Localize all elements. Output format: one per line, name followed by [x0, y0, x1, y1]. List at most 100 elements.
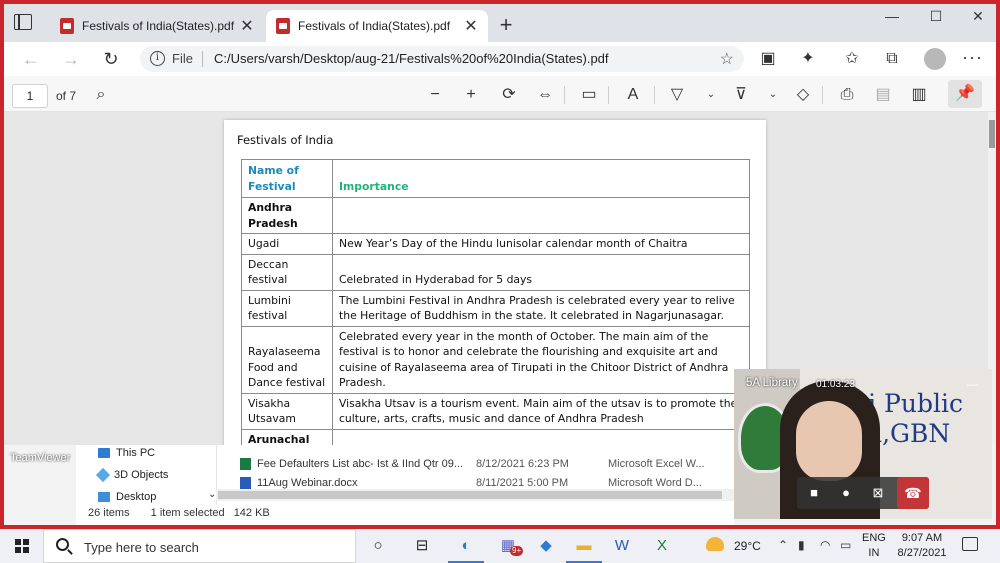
pin-toolbar-icon[interactable]: 📌 — [948, 80, 982, 108]
read-aloud-icon[interactable]: A — [622, 85, 644, 105]
highlight-icon[interactable]: ⊽ — [730, 85, 752, 105]
temperature[interactable]: 29°C — [734, 539, 761, 553]
chevron-down-icon[interactable]: ⌄ — [700, 85, 722, 105]
battery-icon[interactable]: ▭ — [840, 538, 851, 552]
back-icon[interactable]: ← — [20, 48, 42, 70]
divider — [202, 51, 203, 67]
draw-icon[interactable]: ▽ — [666, 85, 688, 105]
rotate-icon[interactable]: ⟳ — [498, 85, 520, 105]
call-controls: ■ ● ⊠ ☎ — [797, 477, 929, 509]
tab-pdf-2[interactable]: Festivals of India(States).pdf ✕ — [266, 10, 488, 42]
tab-title: Festivals of India(States).pdf — [82, 19, 235, 33]
file-explorer-icon[interactable]: ▬ — [566, 534, 602, 563]
zoom-out-icon[interactable]: − — [424, 85, 446, 105]
favorites-icon[interactable]: ✩ — [842, 49, 862, 69]
divider — [654, 86, 655, 104]
add-favorite-icon[interactable]: ☆ — [720, 49, 734, 69]
nav-item-3d-objects[interactable]: 3D Objects — [95, 467, 168, 483]
desktop-icon — [98, 492, 110, 502]
maximize-button[interactable]: ☐ — [914, 8, 958, 25]
call-duration: 01:03:23 — [816, 379, 855, 390]
pdf-file-icon — [276, 18, 290, 34]
edge-icon[interactable]: ◐ — [448, 534, 484, 563]
selection-count: 1 item selected — [150, 507, 225, 519]
item-count: 26 items — [88, 507, 130, 519]
erase-icon[interactable]: ◇ — [792, 85, 814, 105]
teamviewer-desktop-label[interactable]: TeamViewer — [10, 452, 70, 464]
word-app-icon[interactable]: W — [610, 534, 634, 558]
scrollbar-thumb[interactable] — [989, 120, 995, 148]
importance-cell: The Lumbini Festival in Andhra Pradesh i… — [332, 289, 750, 327]
video-call-window[interactable]: lhi Public ool,GBN 5A Library 01:03:23 —… — [734, 369, 992, 519]
search-placeholder: Type here to search — [84, 540, 199, 555]
notification-icon[interactable] — [962, 537, 978, 551]
close-icon[interactable]: ✕ — [464, 16, 478, 36]
importance-cell: Visakha Utsav is a tourism event. Main a… — [332, 392, 750, 430]
scrollbar-thumb[interactable] — [218, 491, 722, 499]
weather-icon[interactable] — [706, 537, 724, 551]
chevron-up-icon[interactable]: ⌃ — [778, 538, 788, 552]
file-row[interactable]: 11Aug Webinar.docx — [240, 477, 358, 490]
language-indicator[interactable]: ENG IN — [862, 531, 886, 561]
divider — [564, 86, 565, 104]
info-icon[interactable]: i — [150, 51, 165, 66]
search-icon[interactable]: ⌕ — [90, 85, 112, 105]
save-as-icon[interactable]: ▥ — [908, 85, 930, 105]
microphone-icon[interactable]: ● — [835, 483, 857, 503]
page-count: of 7 — [56, 89, 77, 103]
minimize-icon[interactable]: — — [967, 377, 979, 391]
file-row[interactable]: Fee Defaulters List abc- Ist & IInd Qtr … — [240, 458, 464, 471]
festival-name-cell: Visakha Utsavam — [241, 392, 333, 430]
file-name: Fee Defaulters List abc- Ist & IInd Qtr … — [257, 458, 464, 470]
url-text[interactable]: C:/Users/varsh/Desktop/aug-21/Festivals%… — [214, 51, 609, 66]
save-icon[interactable]: ▤ — [872, 85, 894, 105]
state-row: Andhra Pradesh — [241, 197, 750, 234]
festival-name-cell: Rayalaseema Food and Dance festival — [241, 325, 333, 394]
collections-icon[interactable]: ⧉ — [882, 49, 902, 69]
new-tab-button[interactable]: + — [494, 12, 518, 38]
title-bar: Festivals of India(States).pdf ✕ Festiva… — [4, 4, 996, 42]
refresh-icon[interactable]: ↻ — [100, 48, 122, 70]
app-available-icon[interactable]: ▣ — [758, 49, 778, 69]
file-date: 8/12/2021 6:23 PM — [476, 458, 569, 470]
taskbar-search[interactable]: Type here to search — [43, 529, 356, 563]
task-view-icon[interactable]: ⊟ — [410, 534, 434, 558]
print-icon[interactable]: ⎙ — [836, 85, 858, 105]
page-number-input[interactable]: 1 — [12, 84, 48, 108]
excel-app-icon[interactable]: X — [650, 534, 674, 558]
tab-pdf-1[interactable]: Festivals of India(States).pdf ✕ — [50, 10, 264, 42]
forward-icon[interactable]: → — [60, 48, 82, 70]
close-window-button[interactable]: ✕ — [956, 8, 996, 25]
cortana-icon[interactable]: ○ — [366, 534, 390, 558]
extensions-icon[interactable]: ✦ — [798, 49, 818, 69]
festival-table: Name of Festival Importance Andhra Prade… — [241, 159, 750, 445]
usb-icon[interactable]: ▮ — [798, 538, 805, 552]
fit-page-icon[interactable]: ⇔ — [534, 85, 556, 105]
minimize-button[interactable]: — — [870, 8, 914, 24]
app-icon[interactable]: ◆ — [534, 534, 558, 558]
column-header-importance: Importance — [332, 159, 750, 198]
teams-icon[interactable]: ▦ 9+ — [496, 534, 524, 558]
divider — [608, 86, 609, 104]
close-icon[interactable]: ✕ — [240, 16, 254, 36]
festival-row: Lumbini festival The Lumbini Festival in … — [241, 289, 750, 327]
horizontal-scrollbar[interactable] — [216, 489, 734, 501]
address-bar[interactable]: i File C:/Users/varsh/Desktop/aug-21/Fes… — [140, 46, 744, 72]
page-view-icon[interactable]: ▭ — [578, 85, 600, 105]
word-icon — [240, 477, 251, 490]
nav-item-desktop[interactable]: Desktop — [98, 491, 156, 503]
tab-title: Festivals of India(States).pdf — [298, 19, 451, 33]
nav-item-this-pc[interactable]: This PC — [98, 447, 155, 459]
profile-avatar[interactable] — [924, 48, 946, 70]
tab-actions-icon[interactable] — [14, 14, 32, 30]
share-screen-icon[interactable]: ⊠ — [867, 483, 889, 503]
chevron-down-icon[interactable]: ⌄ — [762, 85, 784, 105]
system-clock[interactable]: 9:07 AM 8/27/2021 — [896, 531, 948, 561]
camera-icon[interactable]: ■ — [803, 483, 825, 503]
wifi-icon[interactable]: ◠ — [820, 538, 830, 552]
zoom-in-icon[interactable]: + — [460, 85, 482, 105]
end-call-button[interactable]: ☎ — [897, 477, 929, 509]
more-menu-icon[interactable]: ··· — [962, 47, 983, 68]
windows-start-icon[interactable] — [15, 539, 29, 553]
clock-date: 8/27/2021 — [897, 547, 947, 559]
